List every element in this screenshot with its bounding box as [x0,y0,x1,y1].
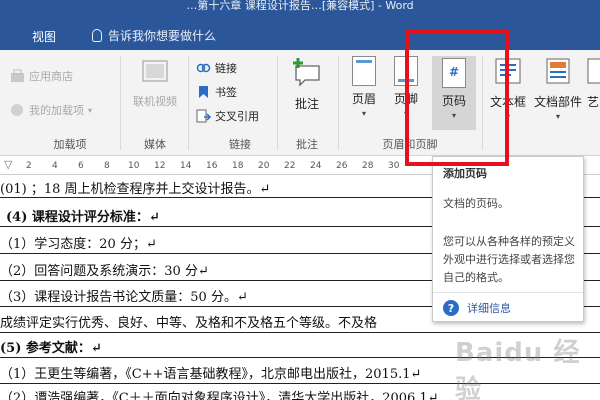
group-label-media: 媒体 [144,138,166,151]
wordart-label: 艺 [586,95,599,109]
comment-button[interactable]: 批注 [283,56,331,112]
ruler-number: 30 [388,161,400,171]
comment-label: 批注 [294,97,319,111]
ruler-number: 4 [52,161,58,171]
document-line: （1）王更生等编著，《C++语言基础教程》，北京邮电出版社，2015.1↵ [0,367,422,382]
ruler-number: 8 [104,161,110,171]
document-line: (5) 参考文献：↵ [0,341,102,356]
tooltip-description: 文档的页码。 [443,197,509,210]
group-label-addins: 加载项 [53,138,87,151]
ruler-number: 24 [310,161,322,171]
bookmark-icon [196,85,211,99]
ribbon-insert: 应用商店 我的加载项 ▾ 加载项 联机视频 媒体 链接 书签 交叉引用 链接 批… [0,50,600,156]
ruler-number: 10 [128,161,140,171]
help-icon: ? [443,300,459,316]
link-button[interactable]: 链接 [196,60,237,76]
group-separator [277,56,278,150]
window-title: …第十六章 课程设计报告…[兼容模式] - Word [186,0,414,12]
quick-parts-button[interactable]: 文档部件 ▾ [532,56,584,121]
ribbon-tab-bar: 视图 告诉我你想要做什么 [0,20,600,50]
indent-marker-icon[interactable]: ▽ [4,158,12,171]
store-icon [10,69,25,83]
watermark: Baidu 经验 [455,338,581,400]
group-label-links: 链接 [229,138,251,151]
ruler-number: 6 [78,161,84,171]
link-icon [196,61,211,75]
document-line: (4) 课程设计评分标准：↵ [6,210,160,225]
tooltip-more-info-link[interactable]: ? 详细信息 [443,300,511,316]
wordart-button[interactable]: 艺 [586,56,600,110]
header-label: 页眉 [351,92,376,106]
ruler-number: 2 [26,161,32,171]
store-label: 应用商店 [29,70,73,83]
page-number-tooltip: 添加页码 文档的页码。 您可以从各种各样的预定义外观中进行选择或者选择您自己的格… [432,156,584,322]
ruler-number: 28 [362,161,374,171]
tooltip-divider [433,292,583,293]
document-line: （1）学习态度：20 分；↵ [0,237,157,252]
link-label: 链接 [215,62,237,75]
tell-me-search[interactable]: 告诉我你想要做什么 [92,27,216,44]
quick-parts-label: 文档部件 [533,95,582,109]
group-separator [188,56,189,150]
document-line: （2）谭浩强编著，《C＋＋面向对象程序设计》，清华大学出版社，2006.1↵ [0,391,439,400]
store-button[interactable]: 应用商店 [10,68,73,84]
online-video-button[interactable]: 联机视频 [128,56,182,109]
document-line: （2）回答问题及系统演示：30 分↵ [0,264,209,279]
ruler-number: 26 [336,161,348,171]
bookmark-button[interactable]: 书签 [196,84,237,100]
wordart-icon [586,56,600,89]
cross-reference-icon [196,109,212,123]
tab-view[interactable]: 视图 [32,28,56,45]
group-separator [120,56,121,150]
my-addins-label: 我的加载项 [29,104,84,117]
document-line: (01) ；18 周上机检查程序并上交设计报告。↵ [0,182,271,197]
quick-parts-icon [543,56,573,89]
ruler-number: 14 [180,161,192,171]
comment-icon [291,56,323,91]
header-icon [352,56,376,86]
addins-icon [10,103,25,117]
lightbulb-icon [92,29,102,42]
ruler-number: 16 [206,161,218,171]
more-info-label: 详细信息 [467,302,511,315]
my-addins-button[interactable]: 我的加载项 ▾ [10,102,92,118]
header-button[interactable]: 页眉 ▾ [344,56,384,118]
tell-me-text: 告诉我你想要做什么 [108,29,217,43]
online-video-label: 联机视频 [133,95,177,108]
title-bar: …第十六章 课程设计报告…[兼容模式] - Word [0,0,600,20]
cross-reference-button[interactable]: 交叉引用 [196,108,259,124]
cross-reference-label: 交叉引用 [215,110,259,123]
ruler-number: 18 [232,161,244,171]
tooltip-body: 您可以从各种各样的预定义外观中进行选择或者选择您自己的格式。 [443,235,575,284]
group-separator [338,56,339,150]
ruler-number: 12 [154,161,166,171]
bookmark-label: 书签 [215,86,237,99]
ruler-number: 20 [258,161,270,171]
ruler-number: 22 [284,161,296,171]
group-label-comments: 批注 [296,138,318,151]
video-icon [140,56,170,89]
document-line: 成绩评定实行优秀、良好、中等、及格和不及格五个等级。不及格 [0,316,378,331]
document-line: （3）课程设计报告书论文质量：50 分。↵ [0,290,248,305]
highlight-annotation-box [405,30,509,166]
tooltip-title: 添加页码 [443,167,487,180]
